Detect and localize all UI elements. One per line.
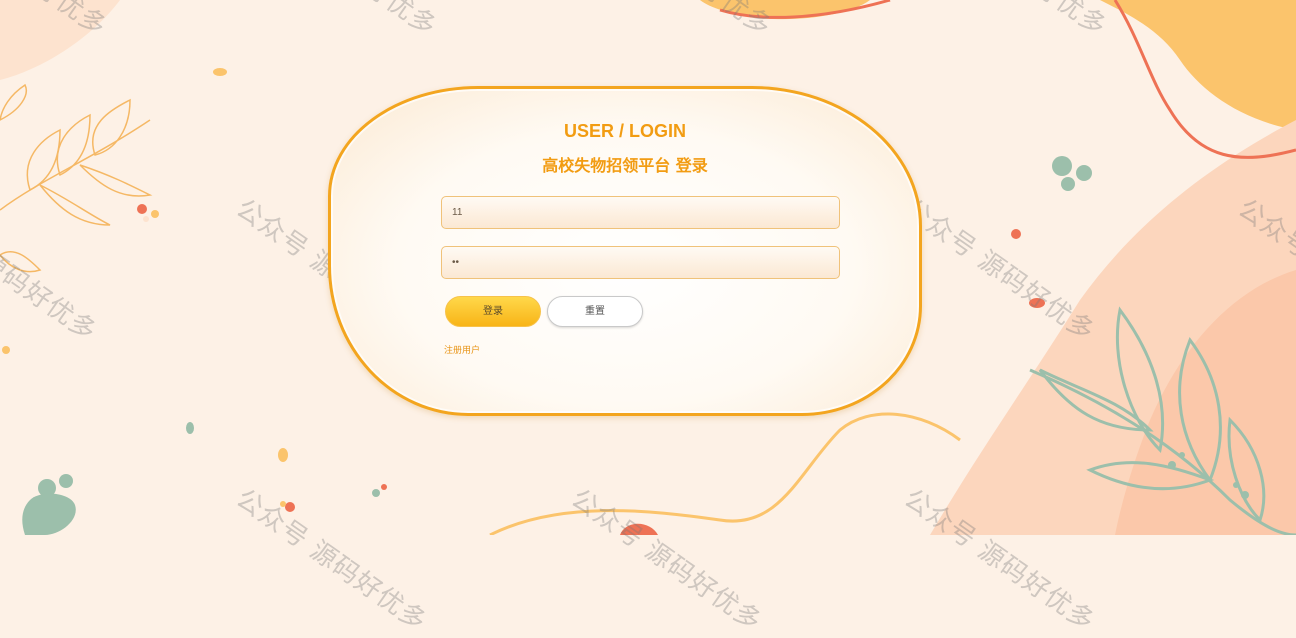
platform-subtitle: 高校失物招领平台 登录 xyxy=(542,156,708,175)
login-card: USER / LOGIN 高校失物招领平台 登录 登录 重置 注册用户 xyxy=(328,86,922,416)
reset-button[interactable]: 重置 xyxy=(547,296,643,327)
register-link[interactable]: 注册用户 xyxy=(444,343,480,356)
password-input[interactable] xyxy=(441,246,840,279)
login-title: USER / LOGIN xyxy=(563,121,686,141)
login-button[interactable]: 登录 xyxy=(445,296,541,327)
username-input[interactable] xyxy=(441,196,840,229)
